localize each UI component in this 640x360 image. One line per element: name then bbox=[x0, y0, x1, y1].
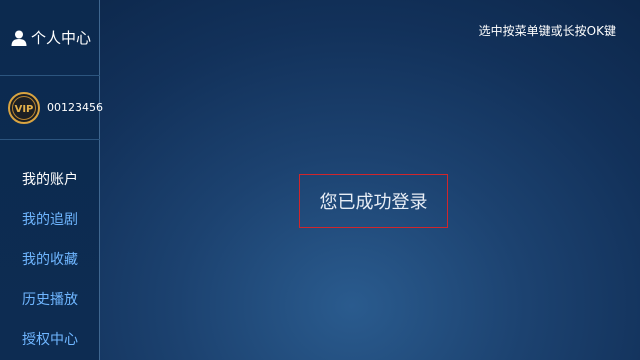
login-status-message: 您已成功登录 bbox=[299, 174, 448, 228]
vip-badge-label: VIP bbox=[15, 104, 34, 115]
user-icon bbox=[10, 29, 28, 47]
sidebar: 个人中心 VIP 00123456 我的账户 我的追剧 我的收藏 历史播放 授权… bbox=[0, 0, 103, 360]
sidebar-item-history[interactable]: 历史播放 bbox=[0, 280, 100, 320]
sidebar-item-my-favorites[interactable]: 我的收藏 bbox=[0, 240, 100, 280]
sidebar-menu: 我的账户 我的追剧 我的收藏 历史播放 授权中心 bbox=[0, 160, 100, 360]
sidebar-item-my-following[interactable]: 我的追剧 bbox=[0, 200, 100, 240]
page-title: 个人中心 bbox=[31, 29, 92, 47]
sidebar-item-my-account[interactable]: 我的账户 bbox=[0, 160, 100, 200]
account-id: 00123456 bbox=[47, 101, 103, 114]
sidebar-header: 个人中心 bbox=[0, 0, 100, 76]
vip-badge-icon: VIP bbox=[8, 91, 40, 124]
menu-hint: 选中按菜单键或长按OK键 bbox=[478, 24, 616, 38]
account-info[interactable]: VIP 00123456 bbox=[0, 76, 103, 140]
sidebar-item-authorization[interactable]: 授权中心 bbox=[0, 320, 100, 360]
